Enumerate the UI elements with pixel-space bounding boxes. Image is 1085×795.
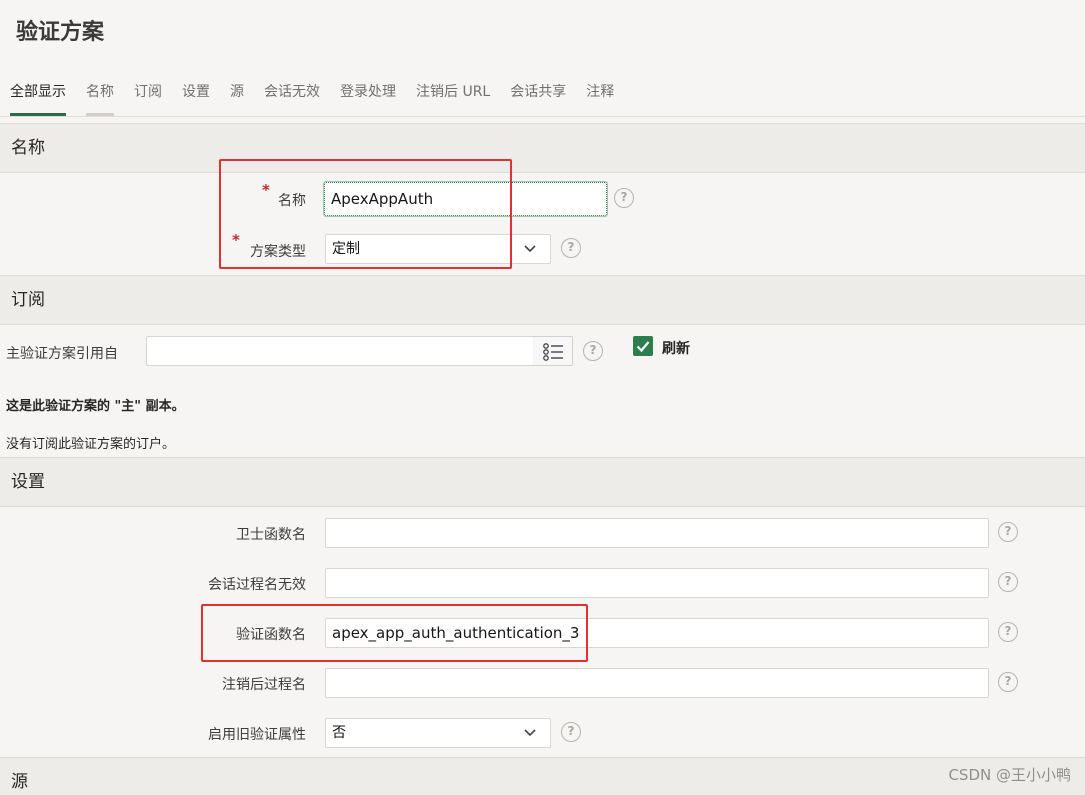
checkmark-icon [636,341,650,353]
tab-name[interactable]: 名称 [76,82,124,116]
section-heading-settings: 设置 [0,457,1085,507]
help-icon[interactable]: ? [998,572,1018,592]
tab-comments[interactable]: 注释 [576,82,624,116]
tab-settings[interactable]: 设置 [172,82,220,116]
post-logout-label: 注销后过程名 [222,677,306,693]
master-scheme-input[interactable] [146,336,534,366]
chevron-down-icon [524,245,536,253]
master-scheme-label: 主验证方案引用自 [6,346,118,362]
section-heading-subscription: 订阅 [0,275,1085,325]
tab-session-invalid[interactable]: 会话无效 [254,82,330,116]
sentry-function-label: 卫士函数名 [236,527,306,543]
tab-subscription[interactable]: 订阅 [124,82,172,116]
no-subscribers-text: 没有订阅此验证方案的订户。 [6,437,176,452]
section-heading-source: 源 [0,757,1085,795]
tab-login-processing[interactable]: 登录处理 [330,82,406,116]
invalid-session-label: 会话过程名无效 [208,577,306,593]
tab-source[interactable]: 源 [220,82,254,116]
legacy-attributes-select[interactable]: 否 [325,718,551,748]
help-icon[interactable]: ? [561,722,581,742]
tab-session-sharing[interactable]: 会话共享 [500,82,576,116]
master-copy-text: 这是此验证方案的 "主" 副本。 [6,399,185,414]
tab-post-logout-url[interactable]: 注销后 URL [406,82,500,116]
help-icon[interactable]: ? [998,522,1018,542]
refresh-label: 刷新 [662,341,690,357]
sentry-function-input[interactable] [325,518,989,548]
help-icon[interactable]: ? [583,341,603,361]
tab-show-all[interactable]: 全部显示 [0,82,76,116]
chevron-down-icon [524,729,536,737]
highlight-box [219,159,512,269]
post-logout-input[interactable] [325,668,989,698]
tab-bar: 全部显示 名称 订阅 设置 源 会话无效 登录处理 注销后 URL 会话共享 注… [0,82,1085,116]
tabs-divider [0,116,1085,117]
invalid-session-input[interactable] [325,568,989,598]
watermark: CSDN @王小小鸭 [948,766,1071,784]
legacy-attributes-label: 启用旧验证属性 [208,727,306,743]
legacy-attributes-value: 否 [332,725,346,741]
highlight-box [201,604,588,662]
help-icon[interactable]: ? [561,238,581,258]
list-of-values-button[interactable] [533,336,573,366]
help-icon[interactable]: ? [998,672,1018,692]
help-icon[interactable]: ? [998,622,1018,642]
help-icon[interactable]: ? [614,188,634,208]
section-heading-name: 名称 [0,123,1085,173]
page-title: 验证方案 [16,20,105,45]
list-icon [543,343,563,361]
refresh-checkbox[interactable] [633,336,653,356]
